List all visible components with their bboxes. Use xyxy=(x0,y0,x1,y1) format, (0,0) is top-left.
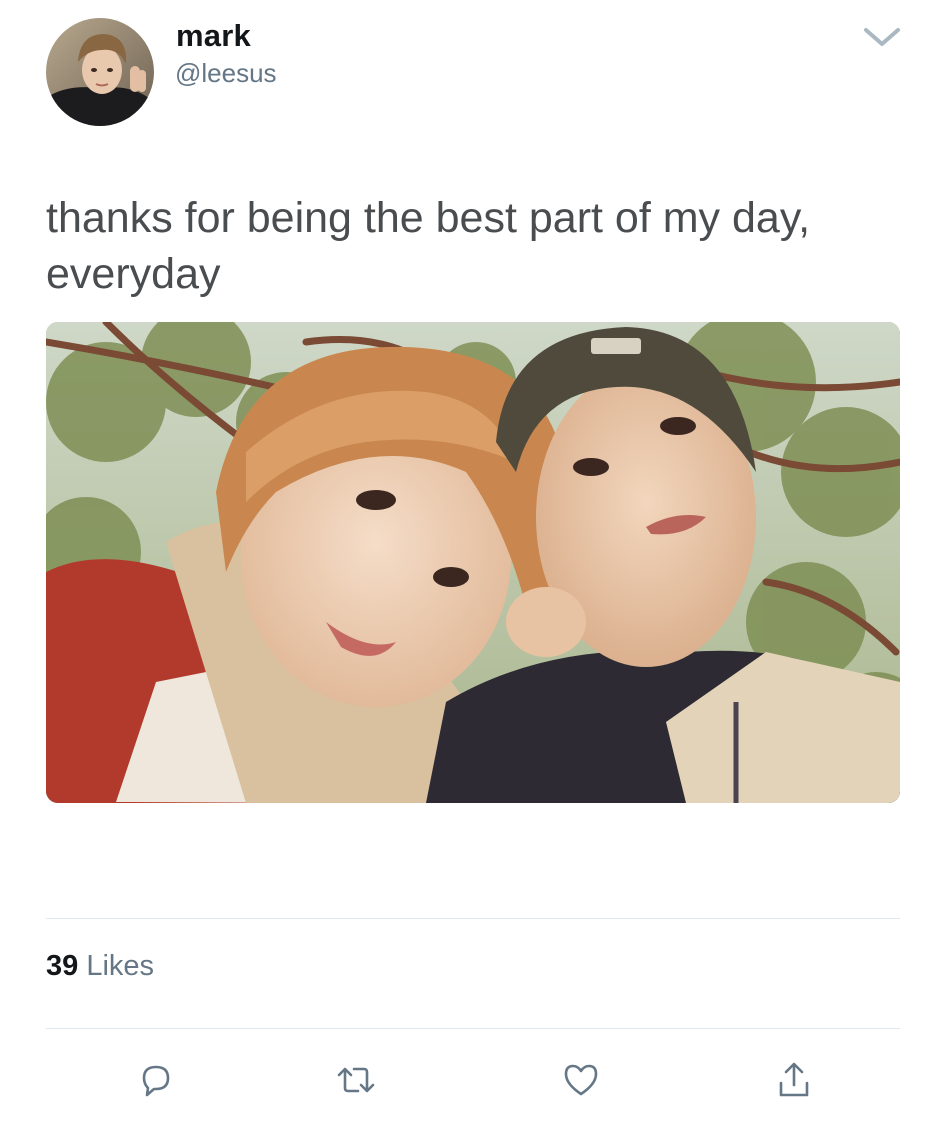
photo-two-people-under-trees-icon xyxy=(46,322,900,803)
tweet-card: mark @leesus thanks for being the best p… xyxy=(0,0,943,1126)
tweet-photo[interactable] xyxy=(46,322,900,803)
display-name[interactable]: mark xyxy=(176,18,251,54)
avatar[interactable] xyxy=(46,18,154,126)
speech-bubble-icon xyxy=(142,1065,170,1097)
likes-count: 39 xyxy=(46,950,79,982)
chevron-down-icon[interactable] xyxy=(862,24,902,50)
divider xyxy=(46,918,900,919)
likes-label: Likes xyxy=(86,950,155,982)
like-button[interactable] xyxy=(559,1058,603,1102)
tweet-text: thanks for being the best part of my day… xyxy=(46,194,811,298)
divider xyxy=(46,1028,900,1029)
likes-stat[interactable]: 39 Likes xyxy=(46,950,154,983)
share-button[interactable] xyxy=(772,1058,816,1102)
retweet-arrows-icon xyxy=(337,1067,375,1093)
user-handle[interactable]: @leesus xyxy=(175,58,277,89)
share-arrow-icon xyxy=(779,1062,809,1097)
retweet-button[interactable] xyxy=(334,1058,378,1102)
profile-photo-icon xyxy=(46,18,154,126)
heart-icon xyxy=(564,1064,598,1096)
reply-button[interactable] xyxy=(134,1058,178,1102)
